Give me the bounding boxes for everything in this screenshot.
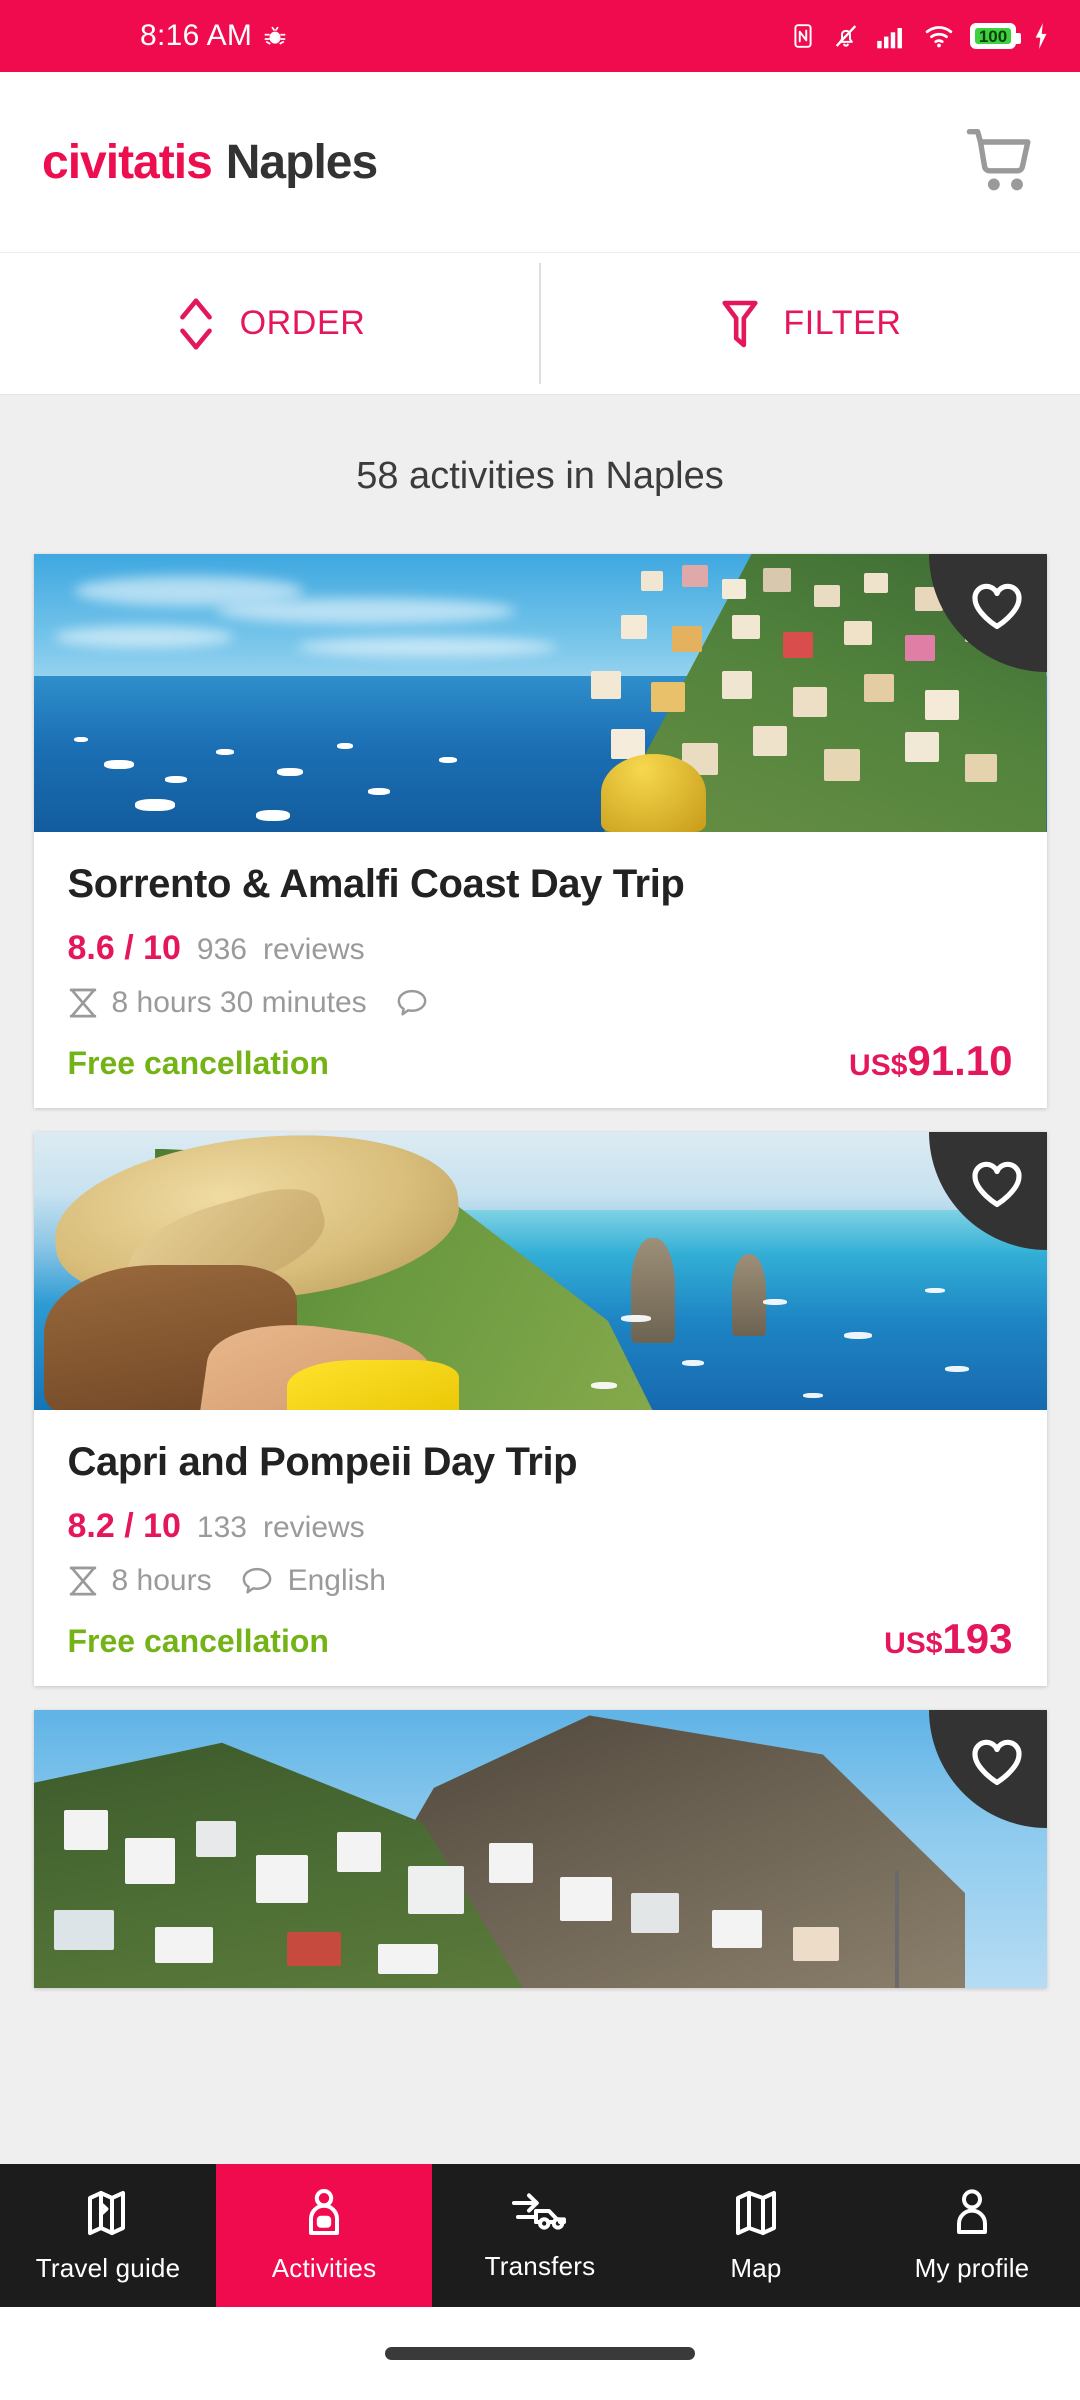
app-logo[interactable]: civitatis Naples bbox=[42, 135, 378, 190]
meta-row: 8 hours English bbox=[68, 1564, 1013, 1598]
nav-item-my-profile[interactable]: My profile bbox=[864, 2164, 1080, 2307]
funnel-icon bbox=[722, 300, 758, 347]
nav-label: Travel guide bbox=[35, 2253, 181, 2283]
status-time: 8:16 AM bbox=[140, 19, 253, 52]
sort-updown-icon bbox=[179, 297, 212, 350]
heart-outline-icon bbox=[971, 1161, 1022, 1208]
activity-price: US$91.10 bbox=[849, 1040, 1012, 1082]
bottom-navigation: Travel guide Activities Transfers Map My… bbox=[0, 2164, 1080, 2307]
brand-name: civitatis bbox=[42, 135, 213, 189]
home-gesture-bar[interactable] bbox=[385, 2347, 695, 2360]
activity-language: English bbox=[287, 1564, 386, 1597]
cart-button[interactable] bbox=[960, 124, 1038, 201]
city-name: Naples bbox=[225, 135, 378, 189]
speech-bubble-icon bbox=[242, 1567, 271, 1594]
amalfi-photo bbox=[33, 554, 1047, 832]
transfer-car-arrow-icon bbox=[512, 2193, 566, 2230]
activity-rating: 8.2 / 10 bbox=[67, 1507, 181, 1545]
charging-bolt-icon bbox=[1035, 23, 1047, 49]
app-screen: 8:16 AM 100 civitatis Naples ORDER FILTE… bbox=[0, 0, 1080, 2400]
battery-icon: 100 bbox=[970, 23, 1021, 49]
activity-image[interactable] bbox=[33, 554, 1047, 832]
user-profile-icon bbox=[957, 2189, 987, 2234]
status-bar-left: 8:16 AM bbox=[140, 19, 288, 53]
activity-image[interactable] bbox=[33, 1710, 1047, 1988]
app-header: civitatis Naples bbox=[0, 72, 1080, 252]
price-amount: 193 bbox=[942, 1615, 1013, 1662]
activity-rating: 8.6 / 10 bbox=[67, 929, 181, 967]
mute-bell-icon bbox=[835, 25, 857, 47]
activity-card[interactable]: Sorrento & Amalfi Coast Day Trip 8.6 / 1… bbox=[33, 554, 1047, 1108]
nav-label: Activities bbox=[271, 2253, 377, 2283]
bug-icon bbox=[264, 26, 286, 45]
activity-person-icon bbox=[309, 2189, 339, 2235]
church-dome bbox=[600, 754, 706, 832]
nfc-icon bbox=[794, 24, 812, 48]
meta-row: 8 hours 30 minutes bbox=[68, 986, 1013, 1020]
activity-title: Capri and Pompeii Day Trip bbox=[67, 1440, 578, 1484]
heart-outline-icon bbox=[971, 1739, 1022, 1786]
activity-title: Sorrento & Amalfi Coast Day Trip bbox=[67, 862, 685, 906]
results-count: 58 activities in Naples bbox=[356, 455, 724, 497]
activity-price: US$193 bbox=[884, 1618, 1012, 1660]
activity-details: Capri and Pompeii Day Trip 8.2 / 10 133 … bbox=[34, 1410, 1047, 1686]
activity-details: Sorrento & Amalfi Coast Day Trip 8.6 / 1… bbox=[34, 832, 1047, 1108]
price-amount: 91.10 bbox=[907, 1037, 1013, 1084]
shopping-cart-icon bbox=[966, 128, 1031, 190]
activity-image[interactable] bbox=[33, 1132, 1047, 1410]
heart-outline-icon bbox=[971, 583, 1022, 630]
activity-duration: 8 hours bbox=[111, 1564, 212, 1597]
status-bar: 8:16 AM 100 bbox=[0, 0, 1080, 72]
activity-list-scroll[interactable]: 58 activities in Naples Sorrento & Amalf… bbox=[0, 395, 1080, 2065]
coast-town-photo bbox=[33, 1710, 1047, 1988]
speech-bubble-icon bbox=[397, 989, 427, 1016]
folded-map-icon bbox=[736, 2191, 776, 2235]
free-cancellation-label: Free cancellation bbox=[67, 1623, 329, 1659]
nav-item-activities[interactable]: Activities bbox=[216, 2164, 432, 2307]
rating-row: 8.2 / 10 133 reviews bbox=[68, 1507, 1013, 1546]
reviews-label: reviews bbox=[262, 1511, 365, 1544]
rating-row: 8.6 / 10 936 reviews bbox=[68, 929, 1013, 968]
nav-label: Transfers bbox=[484, 2251, 596, 2281]
reviews-count: 936 bbox=[196, 933, 247, 966]
price-currency: US$ bbox=[849, 1049, 908, 1082]
activity-duration: 8 hours 30 minutes bbox=[111, 986, 367, 1019]
card-footer: Free cancellation US$91.10 bbox=[68, 1040, 1013, 1082]
hourglass-icon bbox=[69, 988, 96, 1018]
system-gesture-area bbox=[0, 2307, 1080, 2400]
nav-item-map[interactable]: Map bbox=[648, 2164, 864, 2307]
battery-percent: 100 bbox=[978, 26, 1008, 46]
filter-button[interactable]: FILTER bbox=[541, 253, 1080, 394]
reviews-label: reviews bbox=[262, 933, 365, 966]
reviews-count: 133 bbox=[196, 1511, 247, 1544]
sort-filter-bar: ORDER FILTER bbox=[0, 252, 1080, 395]
filter-label: FILTER bbox=[783, 304, 902, 342]
nav-label: My profile bbox=[914, 2253, 1030, 2283]
nav-label: Map bbox=[730, 2253, 782, 2283]
order-button[interactable]: ORDER bbox=[0, 253, 539, 394]
signal-bars-icon bbox=[877, 28, 902, 49]
free-cancellation-label: Free cancellation bbox=[67, 1045, 329, 1081]
nav-item-travel-guide[interactable]: Travel guide bbox=[0, 2164, 216, 2307]
wifi-icon bbox=[925, 26, 953, 48]
nav-item-transfers[interactable]: Transfers bbox=[432, 2164, 648, 2307]
price-currency: US$ bbox=[884, 1627, 943, 1660]
guidebook-map-icon bbox=[88, 2191, 125, 2235]
activity-card[interactable]: Capri and Pompeii Day Trip 8.2 / 10 133 … bbox=[33, 1132, 1047, 1686]
hourglass-icon bbox=[69, 1566, 96, 1596]
activity-card[interactable] bbox=[33, 1710, 1047, 1988]
order-label: ORDER bbox=[239, 304, 366, 342]
capri-photo bbox=[33, 1132, 1047, 1410]
status-bar-right: 100 bbox=[790, 22, 1050, 50]
card-footer: Free cancellation US$193 bbox=[68, 1618, 1013, 1660]
